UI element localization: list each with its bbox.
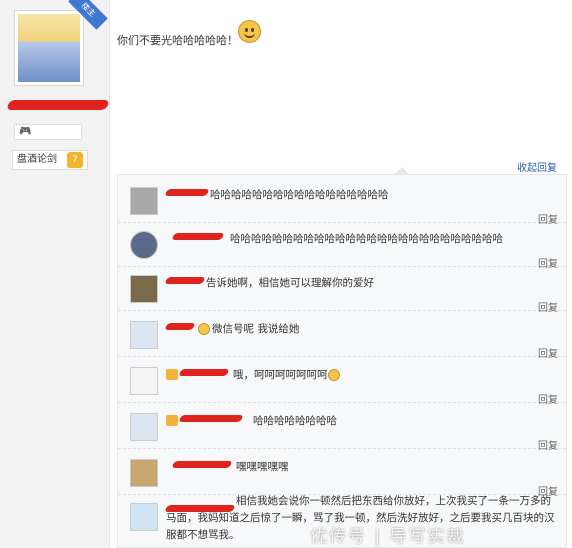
reply-item: 告诉她啊，相信她可以理解你的爱好 回复 xyxy=(118,265,566,314)
vip-badge-icon xyxy=(166,415,178,426)
reply-text: 嘿嘿嘿嘿嘿 xyxy=(236,461,289,473)
post-content: 你们不要光哈哈哈哈哈！ xyxy=(117,34,238,47)
reply-text-wrap: 哦，呵呵呵呵呵呵呵 xyxy=(233,367,342,382)
reply-item: 哦，呵呵呵呵呵呵呵 回复 xyxy=(118,357,566,406)
reply-avatar[interactable] xyxy=(130,367,158,395)
redacted-name xyxy=(171,233,225,240)
reply-panel: 哈哈哈哈哈哈哈哈哈哈哈哈哈哈哈哈哈 回复 哈哈哈哈哈哈哈哈哈哈哈哈哈哈哈哈哈哈哈… xyxy=(117,174,567,548)
avatar-image xyxy=(18,14,80,82)
vip-badge-icon xyxy=(166,369,178,380)
redacted-name xyxy=(178,415,244,422)
reply-item: 微信号呢 我说给她 回复 xyxy=(118,311,566,360)
redacted-name xyxy=(164,277,206,284)
smiley-icon xyxy=(198,323,210,335)
reply-avatar[interactable] xyxy=(130,413,158,441)
reply-avatar[interactable] xyxy=(130,321,158,349)
redacted-username xyxy=(6,100,110,110)
reply-text: 哦，呵呵呵呵呵呵呵 xyxy=(233,369,328,381)
author-sidebar: 楼主 🎮 盘酒论剑 7 xyxy=(0,0,110,548)
reply-text: 哈哈哈哈哈哈哈哈哈哈哈哈哈哈哈哈哈哈哈哈哈哈哈哈哈哈 xyxy=(230,233,503,245)
level-label: 盘酒论剑 xyxy=(17,154,57,165)
reply-avatar[interactable] xyxy=(130,231,158,259)
reply-item: 哈哈哈哈哈哈哈哈哈哈哈哈哈哈哈哈哈哈哈哈哈哈哈哈哈哈 回复 xyxy=(118,221,566,270)
redacted-name xyxy=(178,369,230,376)
reply-text: 哈哈哈哈哈哈哈哈哈哈哈哈哈哈哈哈哈 xyxy=(210,189,389,201)
smiley-icon xyxy=(238,20,261,43)
author-avatar[interactable] xyxy=(14,10,84,86)
level-tag[interactable]: 盘酒论剑 7 xyxy=(12,150,88,170)
collapse-replies-link[interactable]: 收起回复 xyxy=(517,159,557,174)
reply-item: 嘿嘿嘿嘿嘿 回复 xyxy=(118,449,566,498)
reply-avatar[interactable] xyxy=(130,503,158,531)
redacted-name xyxy=(164,323,196,330)
reply-text: 哈哈哈哈哈哈哈哈 xyxy=(253,415,337,427)
reply-avatar[interactable] xyxy=(130,187,158,215)
reply-avatar[interactable] xyxy=(130,459,158,487)
level-value: 7 xyxy=(67,152,83,168)
redacted-name xyxy=(164,189,210,196)
watermark: 优传号 | 导写实裁 xyxy=(310,527,466,547)
redacted-name xyxy=(171,461,233,468)
reply-text-wrap: 微信号呢 我说给她 xyxy=(198,321,299,336)
reply-text: 微信号呢 我说给她 xyxy=(212,323,300,335)
reply-text: 告诉她啊，相信她可以理解你的爱好 xyxy=(206,277,374,289)
reply-avatar[interactable] xyxy=(130,275,158,303)
reply-item: 哈哈哈哈哈哈哈哈哈哈哈哈哈哈哈哈哈 回复 xyxy=(118,177,566,226)
game-badge[interactable]: 🎮 xyxy=(14,124,82,140)
panel-arrow xyxy=(395,167,409,174)
smiley-icon xyxy=(327,369,340,381)
reply-item: 哈哈哈哈哈哈哈哈 回复 xyxy=(118,403,566,452)
